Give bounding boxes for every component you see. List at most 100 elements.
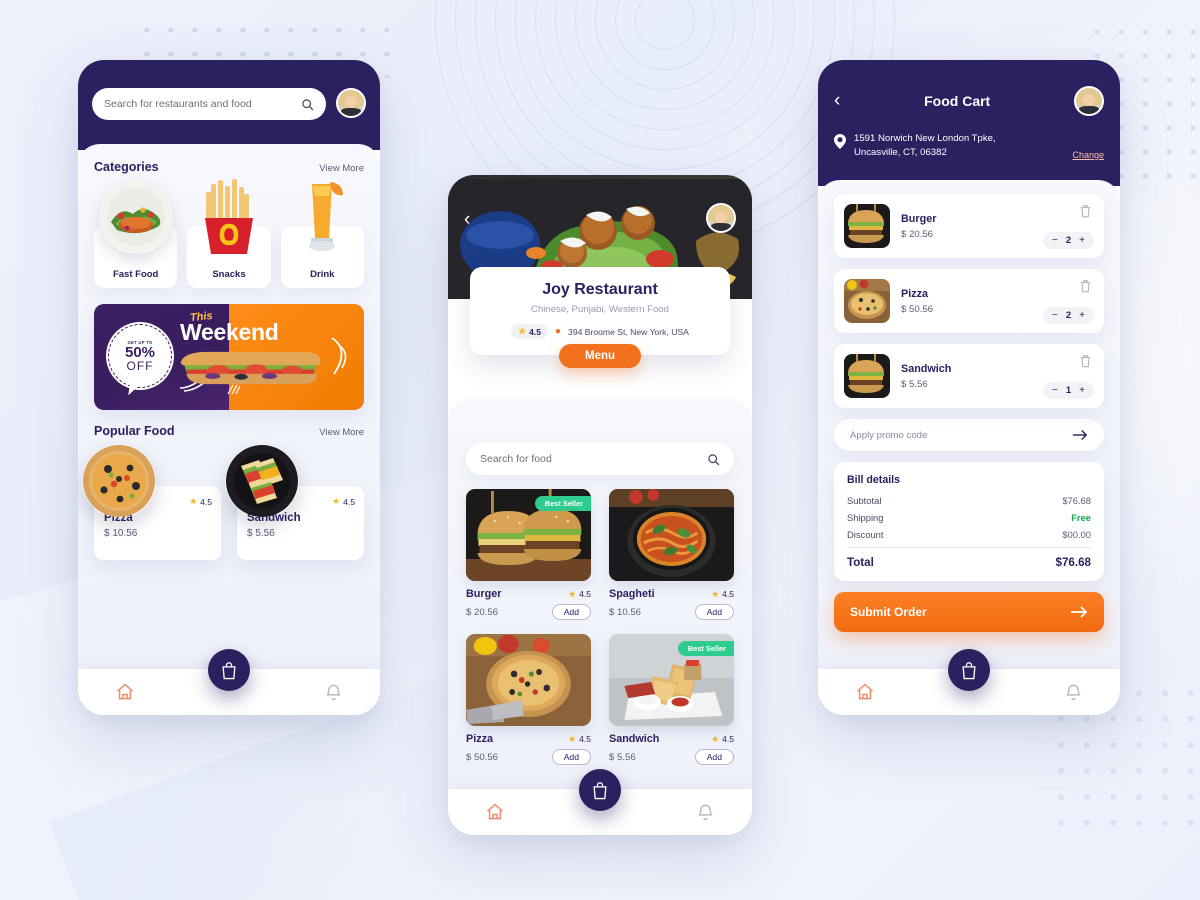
restaurant-cuisines: Chinese, Punjabi, Western Food <box>531 304 669 315</box>
promo-code-input[interactable] <box>850 429 1072 441</box>
delete-icon[interactable] <box>1079 354 1092 368</box>
food-name-row: Spagheti ★ 4.5 <box>609 588 734 600</box>
discount-bubble: GET UP TO 50% OFF <box>108 324 172 388</box>
quantity-value: 1 <box>1065 385 1072 396</box>
food-name: Pizza <box>466 733 494 745</box>
cart-item-burger[interactable]: Burger $ 20.56 − 2 + <box>834 194 1104 258</box>
search-input[interactable] <box>104 98 301 110</box>
fries-image <box>199 178 259 256</box>
rating-value: 4.5 <box>579 589 591 599</box>
back-button[interactable]: ‹ <box>834 90 840 112</box>
add-button[interactable]: Add <box>551 604 591 620</box>
food-card-pizza[interactable]: Pizza ★ 4.5 $ 50.56 Add <box>466 634 591 765</box>
cart-fab-button[interactable] <box>579 769 621 811</box>
quantity-stepper[interactable]: − 2 + <box>1043 232 1094 249</box>
search-food-field[interactable] <box>466 443 734 475</box>
rating-badge: ★ 4.5 <box>568 589 591 600</box>
home-icon[interactable] <box>115 682 135 702</box>
add-button[interactable]: Add <box>551 749 591 765</box>
increase-button[interactable]: + <box>1079 310 1085 321</box>
avatar[interactable] <box>706 203 736 233</box>
category-fast-food[interactable]: Fast Food <box>94 180 178 288</box>
banner-this-text: This <box>189 309 214 325</box>
change-address-link[interactable]: Change <box>1072 150 1104 160</box>
food-price-row: $ 10.56 Add <box>609 604 734 620</box>
promo-code-field[interactable] <box>834 419 1104 451</box>
arrow-right-icon[interactable] <box>1072 429 1088 441</box>
cart-item-sandwich[interactable]: Sandwich $ 5.56 − 1 + <box>834 344 1104 408</box>
delivery-address-row[interactable]: 1591 Norwich New London Tpke, Uncasville… <box>834 132 1104 160</box>
submit-order-button[interactable]: Submit Order <box>834 592 1104 632</box>
search-icon[interactable] <box>707 453 720 466</box>
popular-price: $ 10.56 <box>104 528 138 539</box>
search-food-input[interactable] <box>480 453 707 465</box>
popular-food-list: ★ 4.5 Pizza $ 10.56 ★ 4.5 Sandwich $ 5.5… <box>83 444 364 560</box>
sandwich-image <box>844 354 890 398</box>
popular-price: $ 5.56 <box>247 528 275 539</box>
food-card-burger[interactable]: Best Seller Burger ★ 4.5 $ 20.56 Add <box>466 489 591 620</box>
shopping-bag-icon <box>593 781 607 799</box>
rating-value: 4.5 <box>200 496 212 507</box>
food-card-spagheti[interactable]: Spagheti ★ 4.5 $ 10.56 Add <box>609 489 734 620</box>
total-value: $76.68 <box>1055 556 1091 569</box>
cart-item-pizza[interactable]: Pizza $ 50.56 − 2 + <box>834 269 1104 333</box>
cart-item-name: Burger <box>901 212 937 225</box>
pizza-image <box>844 279 890 323</box>
rating-badge: ★ 4.5 <box>511 324 548 339</box>
popular-title: Popular Food <box>94 424 175 438</box>
popular-card-pizza[interactable]: ★ 4.5 Pizza $ 10.56 <box>83 445 221 560</box>
shipping-value: Free <box>1071 512 1091 523</box>
bill-row-discount: Discount $00.00 <box>847 529 1091 540</box>
increase-button[interactable]: + <box>1079 385 1085 396</box>
add-button[interactable]: Add <box>694 749 734 765</box>
food-grid: Best Seller Burger ★ 4.5 $ 20.56 Add Spa… <box>466 489 734 765</box>
avatar[interactable] <box>1074 86 1104 116</box>
category-snacks[interactable]: Snacks <box>187 179 271 288</box>
delete-icon[interactable] <box>1079 204 1092 218</box>
bell-icon[interactable] <box>1064 683 1083 702</box>
avatar[interactable] <box>336 88 366 118</box>
rating-value: 4.5 <box>722 734 734 744</box>
home-icon[interactable] <box>855 682 875 702</box>
add-button[interactable]: Add <box>694 604 734 620</box>
shopping-bag-icon <box>222 661 236 679</box>
bell-icon[interactable] <box>324 683 343 702</box>
bell-icon[interactable] <box>696 803 715 822</box>
quantity-stepper[interactable]: − 2 + <box>1043 307 1094 324</box>
quantity-value: 2 <box>1065 310 1072 321</box>
food-price-row: $ 20.56 Add <box>466 604 591 620</box>
decrease-button[interactable]: − <box>1052 310 1058 321</box>
decrease-button[interactable]: − <box>1052 235 1058 246</box>
categories-view-more[interactable]: View More <box>319 163 364 174</box>
categories-header: Categories View More <box>94 160 364 174</box>
best-seller-badge: Best Seller <box>677 641 734 656</box>
cart-fab-button[interactable] <box>208 649 250 691</box>
home-icon[interactable] <box>485 802 505 822</box>
popular-view-more[interactable]: View More <box>319 427 364 438</box>
food-price: $ 50.56 <box>466 751 499 763</box>
restaurant-info-card: Joy Restaurant Chinese, Punjabi, Western… <box>470 267 730 368</box>
restaurant-meta: ★ 4.5 ● 394 Broome St, New York, USA <box>482 324 718 339</box>
decrease-button[interactable]: − <box>1052 385 1058 396</box>
menu-button[interactable]: Menu <box>558 344 642 368</box>
back-button[interactable]: ‹ <box>464 209 470 231</box>
pizza-image <box>82 444 156 518</box>
burger-image: Best Seller <box>466 489 591 581</box>
food-card-sandwich[interactable]: Best Seller Sandwich ★ 4.5 $ 5.56 Add <box>609 634 734 765</box>
home-content-sheet: Categories View More Fast Food Snacks Dr… <box>78 144 380 715</box>
category-drink[interactable]: Drink <box>280 182 364 288</box>
rating-value: 4.5 <box>722 589 734 599</box>
search-icon[interactable] <box>301 98 314 111</box>
rating-badge: ★ 4.5 <box>332 496 355 507</box>
food-name-row: Sandwich ★ 4.5 <box>609 733 734 745</box>
restaurant-address: 394 Broome St, New York, USA <box>568 326 689 337</box>
cart-fab-button[interactable] <box>948 649 990 691</box>
food-price: $ 5.56 <box>609 751 636 763</box>
search-restaurants-field[interactable] <box>92 88 326 120</box>
total-label: Total <box>847 556 874 569</box>
delete-icon[interactable] <box>1079 279 1092 293</box>
quantity-stepper[interactable]: − 1 + <box>1043 382 1094 399</box>
popular-card-sandwich[interactable]: ★ 4.5 Sandwich $ 5.56 <box>226 445 364 560</box>
promo-banner[interactable]: GET UP TO 50% OFF Weekend This <box>94 304 364 410</box>
increase-button[interactable]: + <box>1079 235 1085 246</box>
